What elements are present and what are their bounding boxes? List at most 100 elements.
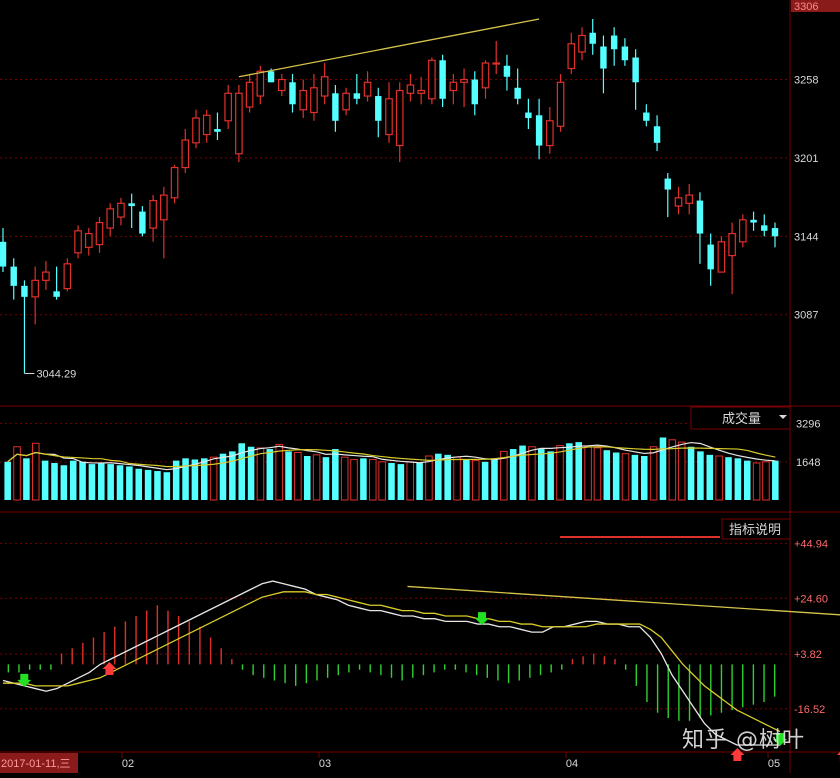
candle-body (224, 92, 232, 122)
x-tick-label: 2017-01-11,三 (1, 758, 71, 770)
candle-body (664, 178, 671, 190)
candle-body (600, 46, 607, 69)
volume-bar (762, 461, 770, 501)
candle-body (170, 166, 179, 199)
candle-body (74, 230, 82, 254)
top-price-label: 3306 (794, 1, 818, 13)
candle-body (63, 263, 72, 290)
candle-body (160, 194, 168, 221)
candle-body (503, 65, 511, 77)
volume-bar (266, 449, 274, 500)
candle-body (728, 232, 736, 257)
candle-body (610, 35, 618, 50)
candle-body (578, 34, 586, 53)
volume-bar (406, 461, 414, 501)
volume-bar (659, 437, 667, 500)
candle-body (235, 92, 243, 155)
candle-body (449, 81, 458, 92)
candle-body (310, 87, 318, 114)
volume-bar (575, 442, 583, 500)
volume-bar (743, 460, 751, 500)
candle-body (245, 81, 254, 108)
volume-bar (612, 452, 620, 500)
candle-body (546, 120, 554, 147)
volume-bar (378, 461, 386, 501)
candle-body (674, 197, 683, 207)
volume-bar (425, 455, 433, 501)
candle-body (299, 89, 308, 111)
x-tick-label: 04 (566, 758, 578, 770)
volume-bar (332, 449, 339, 500)
candle-body (117, 202, 125, 218)
candle-body (375, 96, 382, 121)
volume-bar (752, 462, 761, 501)
candle-body (621, 46, 629, 61)
candle-body (95, 221, 104, 246)
volume-bar (734, 458, 742, 500)
candle-body (289, 82, 296, 105)
volume-bar (706, 454, 714, 500)
candle-body (42, 271, 50, 281)
volume-bar (219, 453, 227, 500)
macd-tick-label: +3.82 (794, 649, 822, 661)
volume-title: 成交量 (722, 411, 761, 426)
volume-bar (697, 451, 704, 500)
candle-body (567, 43, 576, 70)
candle-body (460, 78, 468, 83)
candle-body (21, 285, 28, 297)
volume-bar (603, 450, 611, 500)
candle-body (320, 76, 329, 97)
candle-body (149, 199, 157, 229)
candle-body (535, 115, 543, 146)
volume-bar (538, 449, 545, 500)
volume-bar (369, 458, 377, 501)
volume-bar (275, 443, 283, 501)
min-price-annotation: 3044.29 (36, 368, 76, 380)
volume-bar (79, 461, 86, 500)
x-tick-label: 02 (122, 758, 134, 770)
candle-body (717, 241, 726, 273)
volume-bar (182, 458, 189, 500)
volume-bar (285, 451, 292, 500)
candle-body (439, 60, 446, 99)
divergence-trendline (407, 585, 840, 616)
candle-body (395, 89, 404, 147)
volume-bar (621, 453, 630, 501)
candle-body (0, 241, 7, 267)
candle-body (385, 98, 393, 136)
candle-body (632, 57, 639, 83)
indicator-help-label: 指标说明 (729, 522, 781, 537)
volume-bar (294, 452, 302, 501)
volume-bar (677, 441, 686, 501)
volume-bar (593, 447, 602, 501)
macd-dif-line (2, 580, 780, 746)
candle-body (406, 84, 415, 94)
volume-tick-label: 3296 (796, 419, 820, 431)
candle-body (267, 71, 275, 83)
volume-bar (41, 460, 49, 500)
volume-bar (350, 458, 358, 501)
volume-bar (640, 456, 648, 500)
volume-bar (322, 457, 330, 500)
volume-bar (547, 451, 554, 500)
candle-body (31, 279, 39, 298)
volume-bar (4, 461, 11, 500)
volume-bar (631, 454, 639, 500)
candle-body (277, 78, 286, 92)
volume-bar (463, 459, 470, 500)
volume-bar (60, 465, 68, 500)
volume-bar (444, 454, 451, 500)
candle-body (84, 232, 93, 248)
volume-bar (566, 443, 573, 500)
volume-bar (116, 465, 124, 500)
candle-body (556, 81, 565, 127)
candle-body (202, 114, 211, 136)
volume-bar (397, 464, 405, 500)
volume-bar (471, 460, 480, 501)
candle-body (589, 32, 596, 44)
x-tick-label: 05 (768, 758, 780, 770)
price-tick-label: 3144 (794, 231, 818, 243)
volume-bar (453, 456, 461, 501)
volume-bar (388, 462, 395, 500)
candle-body (192, 117, 200, 144)
